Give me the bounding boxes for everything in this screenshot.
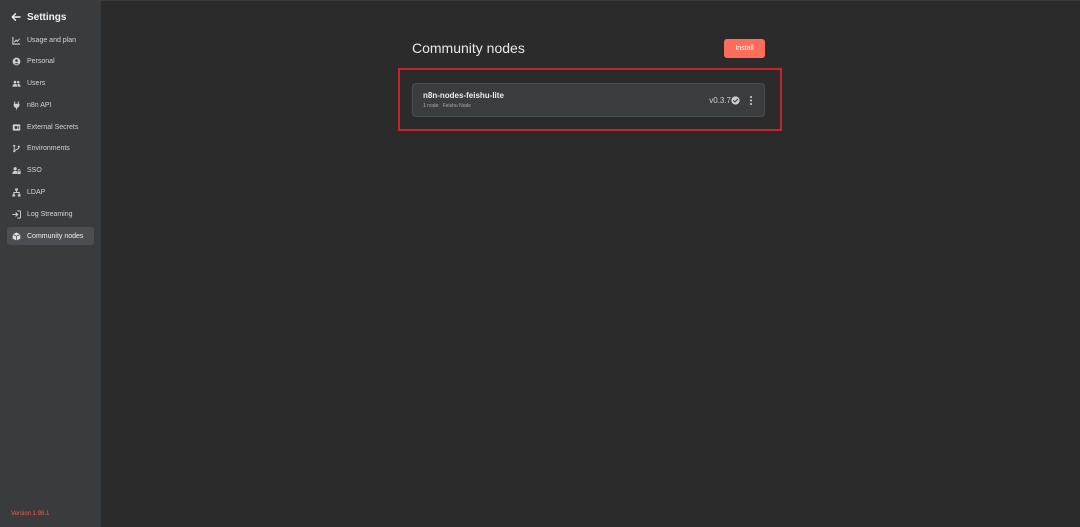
sidebar-item-external-secrets[interactable]: External Secrets	[7, 118, 94, 136]
sidebar-item-personal[interactable]: Personal	[7, 53, 94, 71]
sidebar: Settings Usage and plan Personal Users n…	[0, 1, 102, 527]
sidebar-header[interactable]: Settings	[0, 1, 101, 31]
sidebar-item-n8n-api[interactable]: n8n API	[7, 96, 94, 114]
plug-icon	[12, 101, 21, 110]
sidebar-item-label: Users	[27, 80, 46, 88]
sidebar-item-users[interactable]: Users	[7, 75, 94, 93]
node-names: Feishu Node	[442, 103, 472, 109]
node-meta: 1 node: Feishu Node	[423, 103, 471, 109]
sidebar-item-community-nodes[interactable]: Community nodes	[7, 227, 94, 246]
sidebar-item-label: Community nodes	[27, 232, 84, 240]
sidebar-item-label: Usage and plan	[27, 36, 77, 44]
node-version: v0.3.7	[709, 96, 731, 105]
check-circle-icon	[731, 96, 740, 105]
sidebar-item-label: External Secrets	[27, 123, 79, 131]
community-node-card[interactable]: n8n-nodes-feishu-lite 1 node: Feishu Node…	[412, 83, 765, 117]
chart-icon	[12, 36, 21, 45]
sidebar-item-sso[interactable]: SSO	[7, 162, 94, 180]
network-icon	[12, 188, 21, 197]
users-icon	[12, 79, 21, 88]
cube-icon	[12, 232, 21, 241]
user-circle-icon	[12, 57, 21, 66]
sidebar-item-usage-and-plan[interactable]: Usage and plan	[7, 31, 94, 49]
sidebar-item-environments[interactable]: Environments	[7, 140, 94, 158]
main-content: Community nodes Install n8n-nodes-feishu…	[102, 1, 1080, 527]
more-vertical-icon[interactable]	[748, 95, 754, 106]
page-title: Community nodes	[412, 40, 525, 56]
version-label: Version 1.98.1	[11, 511, 50, 517]
sidebar-item-log-streaming[interactable]: Log Streaming	[7, 205, 94, 223]
install-button[interactable]: Install	[724, 39, 765, 58]
sign-in-icon	[12, 210, 21, 219]
sidebar-item-ldap[interactable]: LDAP	[7, 184, 94, 202]
sidebar-item-label: LDAP	[27, 189, 46, 197]
sidebar-item-label: n8n API	[27, 101, 52, 109]
sidebar-item-label: Environments	[27, 145, 70, 153]
user-lock-icon	[12, 166, 21, 175]
node-count: 1 node:	[423, 103, 440, 109]
arrow-left-icon[interactable]	[11, 12, 21, 22]
sidebar-item-label: Log Streaming	[27, 210, 73, 218]
sidebar-item-label: Personal	[27, 58, 55, 66]
node-package-name: n8n-nodes-feishu-lite	[423, 91, 504, 100]
sidebar-title: Settings	[27, 11, 67, 23]
app-window: Settings Usage and plan Personal Users n…	[0, 0, 1080, 527]
git-branch-icon	[12, 144, 21, 153]
sidebar-menu: Usage and plan Personal Users n8n API Ex…	[0, 31, 101, 246]
vault-icon	[12, 123, 21, 132]
sidebar-item-label: SSO	[27, 167, 42, 175]
